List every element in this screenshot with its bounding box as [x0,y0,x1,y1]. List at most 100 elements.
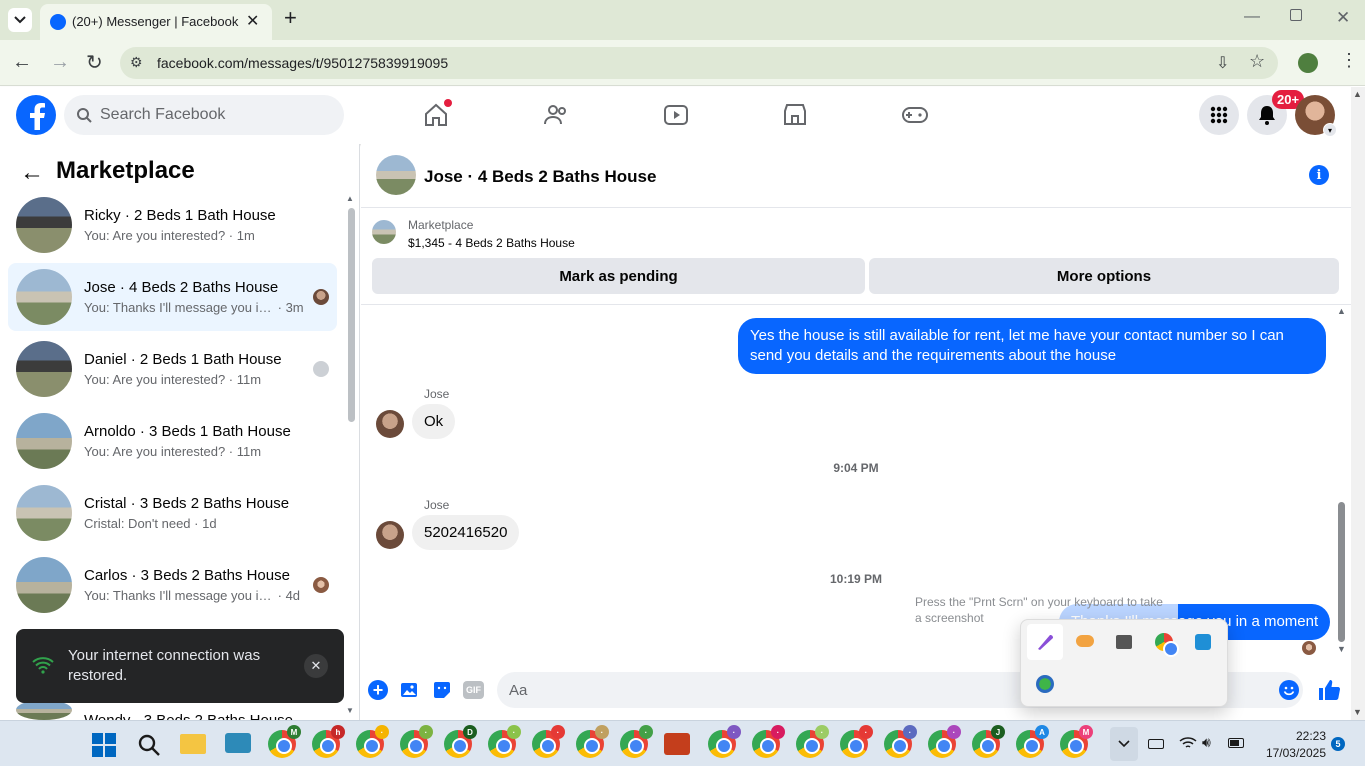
chrome-profile-icon[interactable]: · [884,725,917,758]
menu-grid-icon[interactable] [1199,95,1239,135]
chrome-profile-icon[interactable]: D [444,725,477,758]
listing-thumbnail [16,269,72,325]
taskbar-search-icon[interactable] [137,733,161,757]
chrome-profile-icon[interactable]: · [840,725,873,758]
wifi-status-icon[interactable] [1179,736,1197,750]
gif-icon[interactable]: GIF [463,681,484,699]
chrome-profile-icon[interactable]: · [400,725,433,758]
tray-globe-icon[interactable] [1036,675,1054,693]
sender-avatar[interactable] [376,521,404,549]
reload-icon[interactable]: ↻ [86,50,103,75]
conversation-item[interactable]: Daniel · 2 Beds 1 Bath House You: Are yo… [8,335,337,403]
friends-nav-icon[interactable] [538,99,574,131]
scrollbar-thumb[interactable] [348,208,355,422]
show-hidden-icons-chevron[interactable] [1110,727,1138,761]
chrome-profile-icon[interactable]: · [488,725,521,758]
account-avatar[interactable]: ▾ [1295,95,1337,137]
more-actions-plus-icon[interactable]: + [368,680,388,700]
taskbar-app-icon[interactable] [225,733,251,753]
facebook-logo-icon[interactable] [16,95,56,135]
thumbs-up-like-icon[interactable] [1317,678,1341,702]
chat-listing-avatar[interactable] [376,155,416,195]
chrome-profile-icon[interactable]: · [928,725,961,758]
restore-window-icon[interactable] [1290,9,1302,21]
windows-start-icon[interactable] [92,733,116,757]
browser-tab-messenger[interactable]: (20+) Messenger | Facebook ✕ [40,4,272,40]
keyboard-icon[interactable] [1148,739,1164,749]
close-toast-icon[interactable]: ✕ [304,654,328,678]
new-tab-plus-icon[interactable]: + [284,7,297,29]
chrome-profile-icon[interactable]: · [752,725,785,758]
gaming-nav-icon[interactable] [897,99,933,131]
back-arrow-icon[interactable]: ← [12,51,32,74]
conversation-list-scrollbar[interactable]: ▲ ▼ [346,194,356,715]
conversation-item[interactable]: Wendy · 3 Beds 2 Baths House [8,700,337,720]
tray-device-icon[interactable] [1116,635,1132,649]
chat-title[interactable]: Jose · 4 Beds 2 Baths House [424,167,656,187]
tray-item-selected[interactable] [1027,624,1063,660]
powerpoint-icon[interactable] [664,733,690,755]
tray-chrome-icon[interactable] [1155,633,1179,657]
back-arrow-icon[interactable]: ← [20,159,44,187]
tray-app-icon[interactable] [1076,635,1094,647]
incoming-message[interactable]: 5202416520 [412,515,520,550]
install-app-icon[interactable]: ⇩ [1216,53,1229,73]
tray-app-icon[interactable] [1195,634,1211,650]
listing-title[interactable]: $1,345 - 4 Beds 2 Baths House [408,236,575,250]
conversation-item[interactable]: Carlos · 3 Beds 2 Baths House You: Thank… [8,551,337,619]
minimize-window-icon[interactable]: — [1244,8,1260,26]
chrome-profile-icon[interactable]: M [268,725,301,758]
emoji-icon[interactable] [1279,680,1299,700]
bookmark-star-icon[interactable]: ☆ [1249,51,1265,72]
search-input[interactable]: Search Facebook [64,95,344,135]
address-bar[interactable]: ⚙ facebook.com/messages/t/95012758399190… [120,47,1278,79]
chrome-profile-icon[interactable]: · [620,725,653,758]
chrome-profile-icon[interactable]: · [576,725,609,758]
battery-icon[interactable] [1228,738,1244,748]
message-timestamp: 9:04 PM [833,461,879,475]
browser-menu-icon[interactable]: ⋮ [1340,50,1358,71]
mark-as-pending-button[interactable]: Mark as pending [372,258,865,294]
sticker-icon[interactable] [432,680,452,700]
listing-thumbnail[interactable] [372,220,396,244]
conversation-info-icon[interactable]: i [1309,165,1329,185]
close-window-icon[interactable]: ✕ [1336,8,1350,28]
more-options-button[interactable]: More options [869,258,1339,294]
page-scrollbar[interactable]: ▲ ▼ [1351,87,1365,720]
chrome-profile-icon[interactable]: M [1060,725,1093,758]
chrome-profile-icon[interactable]: · [796,725,829,758]
conversation-item[interactable]: Arnoldo · 3 Beds 1 Bath House You: Are y… [8,407,337,475]
chrome-profile-icon[interactable]: h [312,725,345,758]
conversation-item-active[interactable]: Jose · 4 Beds 2 Baths House You: Thanks … [8,263,337,331]
attach-photo-icon[interactable] [400,680,420,700]
connection-restored-toast: Your internet connection was restored. ✕ [16,629,344,703]
chrome-profile-icon[interactable]: · [708,725,741,758]
close-tab-icon[interactable]: ✕ [246,11,259,31]
chrome-profile-icon[interactable]: A [1016,725,1049,758]
volume-icon[interactable]: 🔊︎ [1202,734,1211,751]
profile-icon[interactable] [1298,53,1318,73]
home-nav-icon[interactable] [418,99,454,131]
scrollbar-thumb[interactable] [1338,502,1345,642]
chrome-profile-icon[interactable]: · [356,725,389,758]
listing-thumbnail [16,413,72,469]
thread-scrollbar[interactable]: ▲ ▼ [1336,306,1348,658]
file-explorer-icon[interactable] [180,734,206,754]
conversation-item[interactable]: Cristal · 3 Beds 2 Baths House Cristal: … [8,479,337,547]
site-info-icon[interactable]: ⚙ [130,54,143,71]
incoming-message[interactable]: Ok [412,404,456,439]
system-tray-overflow-flyout [1020,619,1228,707]
marketplace-nav-icon[interactable] [777,99,813,131]
tab-search-chevron-icon[interactable] [8,8,32,32]
chrome-profile-icon[interactable]: · [532,725,565,758]
clock-time[interactable]: 22:23 [1266,729,1326,743]
outgoing-message[interactable]: Yes the house is still available for ren… [738,318,1326,374]
conversation-name: Ricky · 2 Beds 1 Bath House [84,207,276,224]
conversation-item[interactable]: Ricky · 2 Beds 1 Bath House You: Are you… [8,191,337,259]
notification-count-badge[interactable]: 5 [1331,737,1345,751]
chrome-profile-icon[interactable]: J [972,725,1005,758]
video-nav-icon[interactable] [658,99,694,131]
sender-avatar[interactable] [376,410,404,438]
clock-date[interactable]: 17/03/2025 [1256,746,1326,760]
forward-arrow-icon[interactable]: → [50,51,70,74]
